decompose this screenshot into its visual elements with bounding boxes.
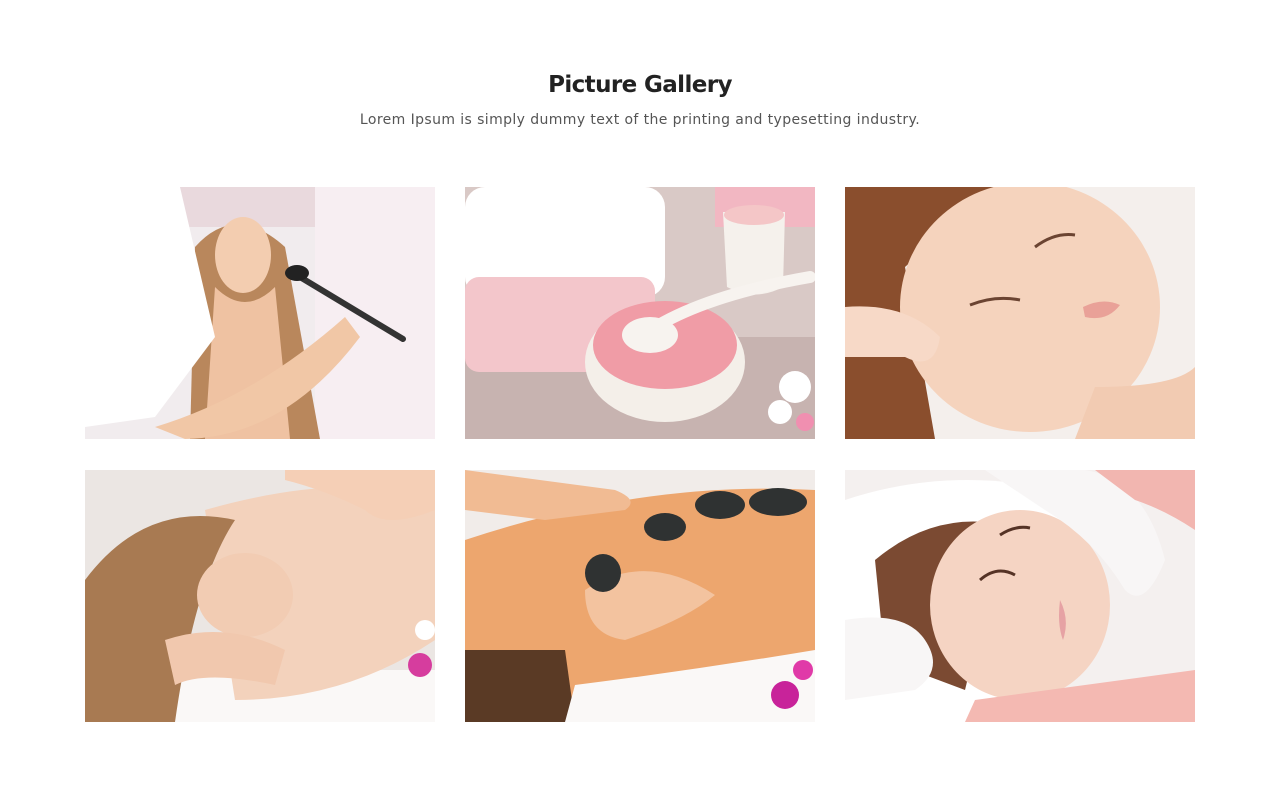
salt-bowl-photo [465,187,815,439]
makeup-photo [85,187,435,439]
gallery-image-makeup[interactable] [85,187,435,439]
gallery-image-head-massage[interactable] [845,187,1195,439]
hot-stones-photo [465,470,815,722]
gallery-subtitle: Lorem Ipsum is simply dummy text of the … [359,112,921,128]
picture-gallery-section: Picture Gallery Lorem Ipsum is simply du… [0,0,1280,807]
image-grid [85,187,1195,722]
gallery-image-salt-bowl[interactable] [465,187,815,439]
facial-treatment-photo [845,470,1195,722]
head-massage-photo [845,187,1195,439]
gallery-image-facial[interactable] [845,470,1195,722]
back-massage-photo [85,470,435,722]
gallery-image-back-massage[interactable] [85,470,435,722]
gallery-image-hot-stones[interactable] [465,470,815,722]
gallery-title: Picture Gallery [548,72,732,98]
